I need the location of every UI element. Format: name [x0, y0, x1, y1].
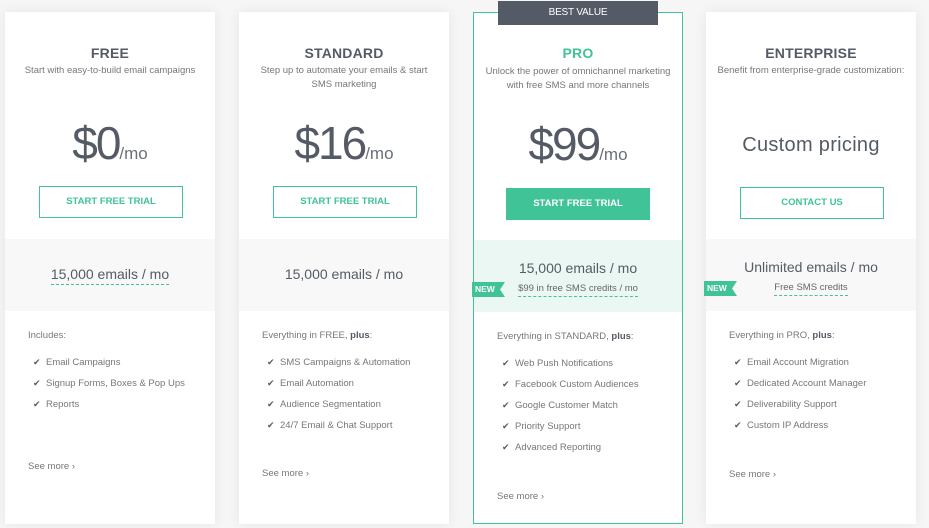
email-quota: 15,000 emails / mo — [284, 266, 404, 282]
feature-item: ✔ Email Campaigns — [33, 357, 121, 368]
feature-item: ✔ Facebook Custom Audiences — [502, 379, 639, 390]
quota-section: Unlimited emails / mo NEW Free SMS credi… — [704, 239, 916, 311]
check-icon: ✔ — [267, 420, 275, 430]
plan-card-standard: STANDARD Step up to automate your emails… — [239, 12, 449, 524]
feature-item: ✔ Audience Segmentation — [267, 399, 381, 410]
plan-card-free: FREE Start with easy-to-build email camp… — [5, 12, 215, 524]
check-icon: ✔ — [734, 378, 742, 388]
plan-name: PRO — [562, 45, 594, 61]
features-intro: Everything in STANDARD, plus: — [497, 331, 634, 342]
feature-item: ✔ 24/7 Email & Chat Support — [267, 420, 393, 431]
quota-section: 15,000 emails / mo NEW $99 in free SMS c… — [472, 240, 682, 312]
price-period: /mo — [599, 145, 628, 164]
features-intro: Everything in PRO, plus: — [729, 330, 835, 341]
start-free-trial-button[interactable]: START FREE TRIAL — [273, 186, 417, 218]
feature-item: ✔ Advanced Reporting — [502, 442, 602, 453]
email-quota: Unlimited emails / mo — [744, 259, 878, 275]
check-icon: ✔ — [502, 442, 510, 452]
plan-price: $16/mo — [239, 116, 449, 170]
email-quota[interactable]: 15,000 emails / mo — [5, 266, 215, 285]
feature-list: ✔ Email Campaigns ✔ Signup Forms, Boxes & … — [28, 356, 205, 411]
sms-credits[interactable]: $99 in free SMS credits / mo — [474, 283, 682, 297]
features-section: Everything in FREE, plus: ✔ SMS Campaigns… — [262, 330, 439, 440]
check-icon: ✔ — [734, 420, 742, 430]
feature-item: ✔ Email Automation — [267, 378, 354, 389]
check-icon: ✔ — [33, 357, 41, 367]
custom-pricing: Custom pricing — [742, 134, 880, 156]
features-intro: Includes: — [28, 330, 67, 341]
check-icon: ✔ — [502, 421, 510, 431]
feature-item: ✔ Deliverability Support — [734, 399, 837, 410]
feature-item: ✔ Reports — [33, 399, 80, 410]
features-section: Everything in STANDARD, plus: ✔ Web Push … — [497, 331, 672, 462]
feature-list: ✔ Web Push Notifications ✔ Facebook Custom… — [497, 357, 672, 454]
price-period: /mo — [119, 144, 148, 163]
plan-description: Unlock the power of omnichannel marketin… — [485, 66, 671, 91]
plan-card-pro: PRO Unlock the power of omnichannel mark… — [472, 12, 683, 524]
features-intro: Everything in FREE, plus: — [262, 330, 373, 341]
see-more-link[interactable]: See more › — [729, 469, 776, 480]
check-icon: ✔ — [502, 400, 510, 410]
price-period: /mo — [365, 144, 394, 163]
feature-item: ✔ SMS Campaigns & Automation — [267, 357, 411, 368]
features-section: Includes: ✔ Email Campaigns ✔ Signup Forms… — [28, 330, 205, 419]
plan-description: Benefit from enterprise-grade customizat… — [717, 65, 905, 76]
price-amount: $0 — [72, 117, 121, 169]
feature-list: ✔ SMS Campaigns & Automation ✔ Email Autom… — [262, 356, 439, 432]
feature-list: ✔ Email Account Migration ✔ Dedicated Acco… — [729, 356, 906, 432]
price-amount: $99 — [528, 118, 601, 170]
features-section: Everything in PRO, plus: ✔ Email Account … — [729, 330, 906, 440]
feature-item: ✔ Signup Forms, Boxes & Pop Ups — [33, 378, 185, 389]
sms-credits[interactable]: Free SMS credits — [706, 282, 916, 296]
feature-item: ✔ Priority Support — [502, 421, 581, 432]
start-free-trial-button[interactable]: START FREE TRIAL — [39, 186, 183, 218]
start-free-trial-button[interactable]: START FREE TRIAL — [506, 188, 650, 220]
see-more-link[interactable]: See more › — [262, 468, 309, 479]
plan-card-enterprise: ENTERPRISE Benefit from enterprise-grade… — [704, 12, 916, 524]
check-icon: ✔ — [502, 358, 510, 368]
check-icon: ✔ — [267, 357, 275, 367]
quota-section: 15,000 emails / mo — [239, 239, 449, 311]
plan-price: $0/mo — [5, 116, 215, 170]
plan-price: $99/mo — [474, 117, 682, 171]
feature-item: ✔ Dedicated Account Manager — [734, 378, 867, 389]
plan-description: Start with easy-to-build email campaigns — [24, 65, 196, 76]
check-icon: ✔ — [33, 378, 41, 388]
see-more-link[interactable]: See more › — [497, 491, 544, 502]
feature-item: ✔ Web Push Notifications — [502, 358, 614, 369]
feature-item: ✔ Google Customer Match — [502, 400, 618, 411]
check-icon: ✔ — [502, 379, 510, 389]
plan-name: ENTERPRISE — [765, 45, 857, 61]
contact-us-button[interactable]: CONTACT US — [740, 187, 884, 219]
best-value-badge: BEST VALUE — [498, 1, 658, 25]
see-more-link[interactable]: See more › — [28, 461, 75, 472]
plan-name: STANDARD — [304, 45, 384, 61]
plan-name: FREE — [90, 45, 130, 61]
price-amount: $16 — [294, 117, 367, 169]
plan-description: Step up to automate your emails & start … — [260, 65, 428, 90]
email-quota: 15,000 emails / mo — [518, 260, 638, 276]
check-icon: ✔ — [267, 399, 275, 409]
check-icon: ✔ — [267, 378, 275, 388]
check-icon: ✔ — [734, 399, 742, 409]
quota-section: 15,000 emails / mo — [5, 239, 215, 311]
check-icon: ✔ — [33, 399, 41, 409]
check-icon: ✔ — [734, 357, 742, 367]
feature-item: ✔ Custom IP Address — [734, 420, 829, 431]
feature-item: ✔ Email Account Migration — [734, 357, 849, 368]
